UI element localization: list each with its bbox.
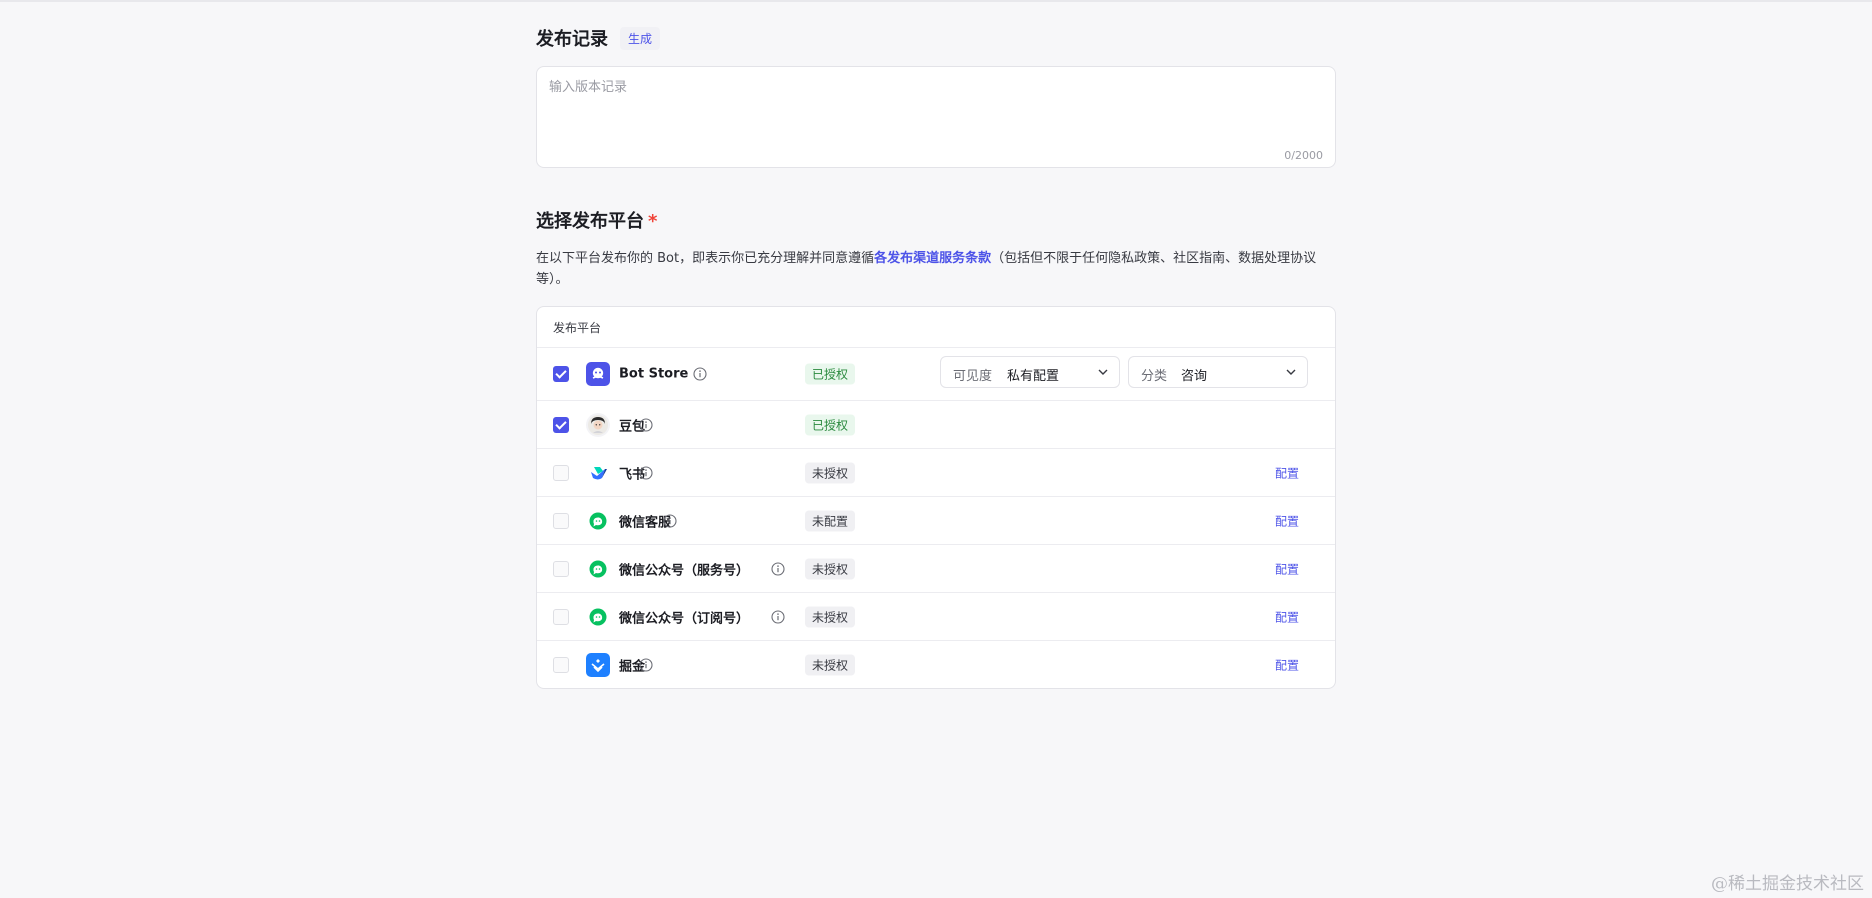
visibility-value: 私有配置 — [1007, 369, 1060, 384]
configure-link[interactable]: 配置 — [1275, 656, 1299, 673]
doubao-avatar-icon — [586, 412, 610, 437]
configure-link[interactable]: 配置 — [1275, 464, 1299, 481]
wechat-icon — [586, 508, 610, 533]
release-notes-placeholder: 输入版本记录 — [549, 80, 628, 95]
platform-name: 微信公众号（服务号） — [619, 563, 750, 578]
info-icon[interactable] — [639, 657, 653, 672]
visibility-label: 可见度 — [953, 369, 993, 384]
info-icon[interactable] — [771, 561, 785, 576]
platform-name: 微信公众号（订阅号） — [619, 611, 750, 626]
info-icon[interactable] — [639, 465, 653, 480]
status-badge: 已授权 — [805, 414, 856, 435]
configure-link[interactable]: 配置 — [1275, 608, 1299, 625]
desc-text-before: 在以下平台发布你的 Bot，即表示你已充分理解并同意遵循 — [536, 251, 875, 266]
platform-title-text: 选择发布平台 — [536, 211, 644, 232]
platform-name: Bot Store — [619, 366, 689, 382]
configure-link[interactable]: 配置 — [1275, 512, 1299, 529]
checkbox-bot-store[interactable] — [553, 366, 569, 382]
status-badge: 未授权 — [805, 654, 856, 675]
status-badge: 已授权 — [805, 363, 856, 385]
info-icon[interactable] — [771, 609, 785, 624]
status-badge: 未授权 — [805, 462, 856, 483]
status-badge: 未授权 — [805, 606, 856, 627]
bot-store-icon — [586, 362, 610, 386]
table-header: 发布平台 — [537, 307, 1335, 348]
release-notes-textarea[interactable]: 输入版本记录 0/2000 — [536, 66, 1336, 168]
platform-row-wechat-service: 微信客服 未配置 配置 — [537, 497, 1335, 545]
terms-link[interactable]: 各发布渠道服务条款 — [874, 251, 991, 266]
required-mark: * — [648, 211, 658, 232]
category-value: 咨询 — [1181, 369, 1208, 384]
checkbox-wechat-oa-subscription[interactable] — [553, 608, 569, 625]
chevron-down-icon — [1098, 369, 1108, 375]
configure-link[interactable]: 配置 — [1275, 560, 1299, 577]
info-icon[interactable] — [693, 367, 707, 381]
platform-row-doubao: 豆包 已授权 — [537, 401, 1335, 449]
release-notes-header: 发布记录 生成 — [536, 24, 661, 52]
generate-button[interactable]: 生成 — [620, 26, 661, 50]
chevron-down-icon — [1286, 369, 1296, 375]
char-counter: 0/2000 — [1284, 149, 1323, 162]
status-badge: 未配置 — [805, 510, 856, 531]
platform-row-juejin: 掘金 未授权 配置 — [537, 641, 1335, 688]
platform-row-wechat-oa-service: 微信公众号（服务号） 未授权 配置 — [537, 545, 1335, 593]
category-select[interactable]: 分类 咨询 — [1128, 356, 1308, 388]
checkbox-wechat-service[interactable] — [553, 512, 569, 529]
checkbox-wechat-oa-service[interactable] — [553, 560, 569, 577]
checkbox-juejin[interactable] — [553, 656, 569, 673]
table-header-label: 发布平台 — [553, 320, 602, 335]
status-badge: 未授权 — [805, 558, 856, 579]
wechat-icon — [586, 604, 610, 629]
visibility-select[interactable]: 可见度 私有配置 — [940, 356, 1120, 388]
category-label: 分类 — [1141, 369, 1168, 384]
juejin-icon — [586, 652, 610, 677]
platform-row-bot-store: Bot Store 已授权 可见度 私有配置 分类 咨询 — [537, 348, 1335, 401]
platform-section-title: 选择发布平台 * — [536, 207, 657, 233]
checkbox-doubao[interactable] — [553, 416, 569, 433]
platform-row-wechat-oa-subscription: 微信公众号（订阅号） 未授权 配置 — [537, 593, 1335, 641]
info-icon[interactable] — [639, 417, 653, 432]
platform-row-feishu: 飞书 未授权 配置 — [537, 449, 1335, 497]
platform-table: 发布平台 Bot Store 已授权 可见度 私有配置 分类 咨询 豆包 已授权… — [536, 306, 1336, 689]
platform-description: 在以下平台发布你的 Bot，即表示你已充分理解并同意遵循各发布渠道服务条款（包括… — [536, 248, 1336, 290]
checkbox-feishu[interactable] — [553, 464, 569, 481]
feishu-icon — [586, 460, 610, 485]
info-icon[interactable] — [663, 513, 677, 528]
release-notes-title: 发布记录 — [536, 29, 608, 50]
watermark: @稀土掘金技术社区 — [1711, 874, 1864, 894]
wechat-icon — [586, 556, 610, 581]
top-border — [0, 0, 1872, 2]
